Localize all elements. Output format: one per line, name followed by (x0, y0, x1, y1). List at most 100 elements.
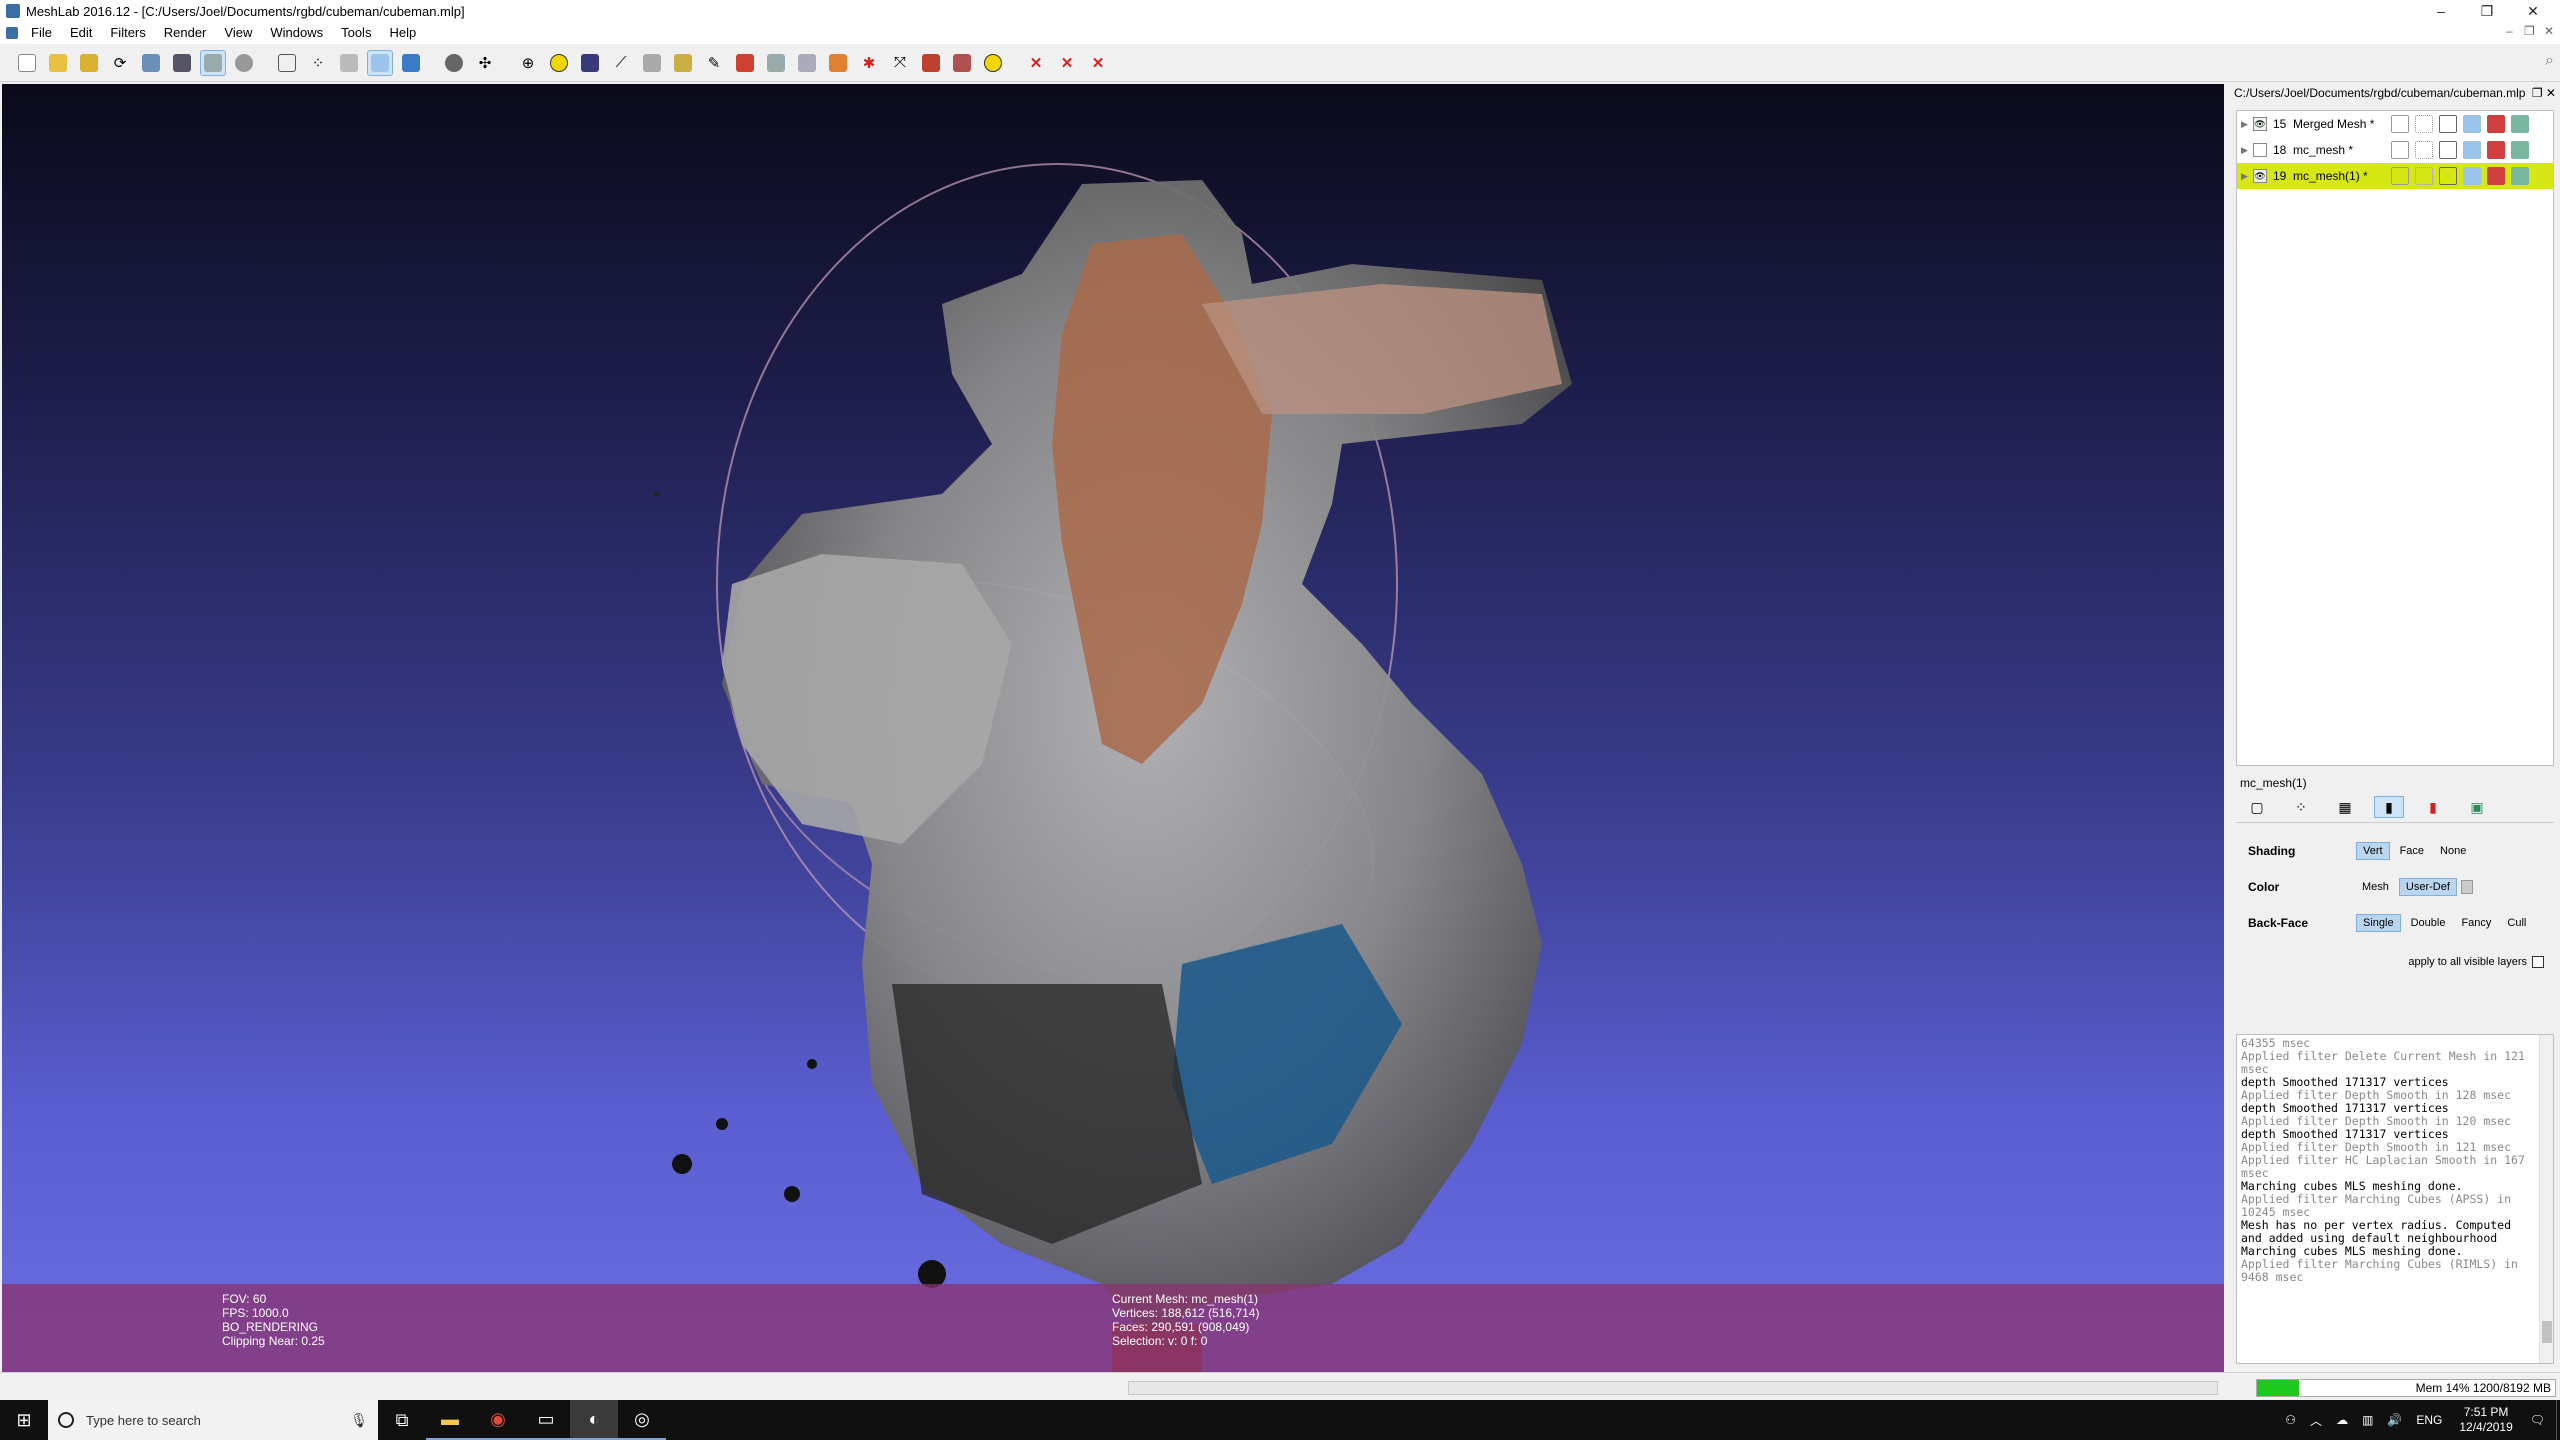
wire-mode-icon[interactable] (2439, 141, 2457, 159)
expand-arrow-icon[interactable]: ▶ (2241, 171, 2251, 182)
volume-icon[interactable]: 🔊 (2387, 1413, 2402, 1427)
paint-mesh-icon[interactable] (949, 50, 975, 76)
mdi-close-button[interactable]: ✕ (2544, 24, 2554, 38)
mdi-restore-button[interactable]: ❐ (2524, 24, 2535, 38)
open-project-icon[interactable] (45, 50, 71, 76)
expand-arrow-icon[interactable]: ▶ (2241, 119, 2251, 130)
wire-tab-icon[interactable]: ▦ (2330, 796, 2360, 818)
menu-windows[interactable]: Windows (261, 22, 332, 44)
layer-row[interactable]: ▶ 👁 15 Merged Mesh * (2237, 111, 2553, 137)
rotate-icon[interactable]: ⤧ (887, 50, 913, 76)
apply-all-checkbox[interactable] (2532, 956, 2544, 968)
mdi-minimize-button[interactable]: – (2506, 24, 2513, 38)
people-icon[interactable]: ⚇ (2285, 1413, 2296, 1427)
scroll-thumb[interactable] (2542, 1321, 2552, 1343)
dock-float-close-buttons[interactable]: ❐ ✕ (2532, 84, 2556, 102)
edit-color-icon[interactable] (825, 50, 851, 76)
points-mode-icon[interactable] (2415, 167, 2433, 185)
texture-mode-icon[interactable] (2487, 141, 2505, 159)
3d-viewport[interactable]: FOV: 60 FPS: 1000.0 BO_RENDERING Clippin… (2, 84, 2224, 1372)
close-button[interactable]: ✕ (2510, 0, 2556, 22)
snapshot-icon[interactable] (169, 50, 195, 76)
light-icon[interactable] (367, 49, 393, 76)
colorize-icon[interactable]: ✎ (701, 50, 727, 76)
paint-icon[interactable]: ⟋ (608, 50, 634, 76)
texture-tab-icon[interactable]: ▮ (2418, 796, 2448, 818)
qualitymapper-icon[interactable] (763, 50, 789, 76)
show-hidden-icons-icon[interactable]: ︿ (2310, 1412, 2322, 1429)
task-view-icon[interactable]: ⧉ (378, 1400, 426, 1440)
settings-mode-icon[interactable] (2511, 167, 2529, 185)
render-points-icon[interactable] (231, 50, 257, 76)
bbox-mode-icon[interactable] (2391, 167, 2409, 185)
points-mode-icon[interactable] (2415, 141, 2433, 159)
visibility-eye-icon[interactable]: 👁 (2253, 117, 2267, 131)
unity-icon[interactable]: ◎ (618, 1400, 666, 1440)
manipulator-icon[interactable] (441, 50, 467, 76)
notification-icon[interactable]: 🗨 (2530, 1413, 2545, 1427)
menu-view[interactable]: View (215, 22, 261, 44)
menu-help[interactable]: Help (380, 22, 425, 44)
menu-filters[interactable]: Filters (101, 22, 154, 44)
clock[interactable]: 7:51 PM 12/4/2019 (2459, 1405, 2512, 1435)
wire-mode-icon[interactable] (2439, 115, 2457, 133)
render-smooth-icon[interactable] (336, 50, 362, 76)
settings-mode-icon[interactable] (2511, 141, 2529, 159)
menu-file[interactable]: File (22, 22, 61, 44)
render-wireframe-icon[interactable] (274, 50, 300, 76)
show-desktop-button[interactable] (2556, 1400, 2560, 1440)
fill-tab-icon[interactable]: ▮ (2374, 796, 2404, 818)
meshlab-taskbar-icon[interactable]: ◐ (570, 1400, 618, 1440)
delete-faces-icon[interactable]: ✕ (1023, 50, 1049, 76)
delete-vertices-icon[interactable]: ✕ (1054, 50, 1080, 76)
bbox-tab-icon[interactable]: ▢ (2242, 796, 2272, 818)
export-mesh-icon[interactable] (138, 50, 164, 76)
terminal-icon[interactable]: ▭ (522, 1400, 570, 1440)
info-icon[interactable] (980, 50, 1006, 76)
align-icon[interactable]: ✣ (472, 50, 498, 76)
texture-mode-icon[interactable] (2487, 115, 2505, 133)
menu-edit[interactable]: Edit (61, 22, 101, 44)
maximize-button[interactable]: ❐ (2464, 0, 2510, 22)
layer-row-selected[interactable]: ▶ 👁 19 mc_mesh(1) * (2237, 163, 2553, 189)
render-bbox-icon[interactable] (200, 49, 226, 76)
fill-mode-icon[interactable] (2463, 115, 2481, 133)
select-vertices-icon[interactable] (670, 50, 696, 76)
backface-fancy-option[interactable]: Fancy (2455, 915, 2497, 931)
fill-mode-icon[interactable] (2463, 141, 2481, 159)
select-faces-icon[interactable] (577, 50, 603, 76)
backface-cull-option[interactable]: Cull (2501, 915, 2532, 931)
backface-double-option[interactable]: Double (2405, 915, 2452, 931)
taskbar-search[interactable]: Type here to search 🎙 (48, 1400, 378, 1440)
new-project-icon[interactable] (14, 50, 40, 76)
onedrive-icon[interactable]: ☁ (2336, 1413, 2348, 1427)
texture-icon[interactable] (639, 50, 665, 76)
z-paint-icon[interactable] (732, 50, 758, 76)
search-icon[interactable]: ⌕ (2545, 52, 2554, 70)
chrome-icon[interactable]: ◉ (474, 1400, 522, 1440)
reload-icon[interactable]: ⟳ (107, 50, 133, 76)
background-icon[interactable] (398, 50, 424, 76)
bbox-mode-icon[interactable] (2391, 115, 2409, 133)
render-flat-icon[interactable]: ⁘ (305, 50, 331, 76)
delete-all-icon[interactable]: ✕ (1085, 50, 1111, 76)
color-mesh-option[interactable]: Mesh (2356, 879, 2395, 895)
color-userdef-option[interactable]: User-Def (2398, 878, 2457, 896)
star-icon[interactable]: ✱ (856, 50, 882, 76)
bbox-mode-icon[interactable] (2391, 141, 2409, 159)
network-icon[interactable]: ▥ (2362, 1413, 2373, 1427)
points-mode-icon[interactable] (2415, 115, 2433, 133)
color-swatch[interactable] (2460, 880, 2473, 894)
layer-row[interactable]: ▶ 18 mc_mesh * (2237, 137, 2553, 163)
log-window[interactable]: 64355 msec Applied filter Delete Current … (2236, 1034, 2554, 1364)
fill-mode-icon[interactable] (2463, 167, 2481, 185)
apply-all-layers[interactable]: apply to all visible layers (2408, 956, 2544, 968)
microphone-icon[interactable]: 🎙 (350, 1412, 368, 1429)
visibility-eye-icon[interactable]: 👁 (2253, 169, 2267, 183)
visibility-eye-icon[interactable] (2253, 143, 2267, 157)
expand-arrow-icon[interactable]: ▶ (2241, 145, 2251, 156)
shading-vert-option[interactable]: Vert (2356, 842, 2390, 860)
language-indicator[interactable]: ENG (2416, 1413, 2442, 1427)
minimize-button[interactable]: – (2418, 0, 2464, 22)
paint-red-icon[interactable] (918, 50, 944, 76)
